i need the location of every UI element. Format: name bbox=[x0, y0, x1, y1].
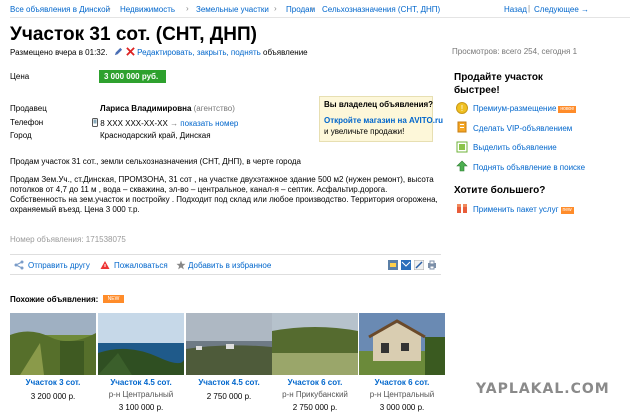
breadcrumb-item-realty[interactable]: Недвижимость bbox=[120, 5, 175, 14]
star-icon bbox=[176, 260, 186, 270]
warning-icon bbox=[100, 261, 110, 269]
breadcrumb-separator: › bbox=[274, 4, 277, 13]
similar-title-5[interactable]: Участок 6 сот. bbox=[359, 378, 445, 387]
similar-title-4[interactable]: Участок 6 сот. bbox=[272, 378, 358, 387]
similar-price-2: 3 100 000 р. bbox=[118, 403, 164, 412]
similar-title-3[interactable]: Участок 4.5 сот. bbox=[186, 378, 272, 387]
price-value: 3 000 000 руб. bbox=[99, 70, 166, 83]
vip-link[interactable]: Сделать VIP-объявлением bbox=[473, 124, 572, 133]
similar-district-2: р-н Центральный bbox=[108, 390, 174, 399]
phone-label: Телефон bbox=[10, 118, 44, 127]
similar-price-3: 2 750 000 р. bbox=[206, 392, 252, 401]
raise-link[interactable]: Поднять объявление в поиске bbox=[473, 163, 585, 172]
seller-name: Лариса Владимировна (агентство) bbox=[100, 104, 235, 113]
similar-photo-4[interactable] bbox=[272, 313, 358, 375]
views-counter: Просмотров: всего 254, сегодня 1 bbox=[452, 47, 578, 56]
premium-icon: ! bbox=[456, 102, 468, 114]
arrow-up-icon bbox=[456, 160, 468, 172]
similar-district-4: р-н Прикубанский bbox=[282, 390, 348, 399]
premium-tag: новое bbox=[558, 106, 577, 113]
similar-title-2[interactable]: Участок 4.5 сот. bbox=[98, 378, 184, 387]
breadcrumb: Все объявления в Динской › Недвижимость … bbox=[10, 4, 630, 18]
city-label: Город bbox=[10, 131, 32, 140]
city-value: Краснодарский край, Динская bbox=[100, 131, 211, 140]
similar-title-1[interactable]: Участок 3 сот. bbox=[10, 378, 96, 387]
open-shop-link[interactable]: Откройте магазин на AVITO.ru bbox=[324, 116, 443, 125]
breadcrumb-item-land[interactable]: Земельные участки bbox=[196, 5, 269, 14]
social-mail-icon[interactable] bbox=[401, 260, 411, 270]
similar-photo-2[interactable] bbox=[98, 313, 184, 375]
edit-suffix: объявление bbox=[263, 48, 308, 57]
seller-name-text: Лариса Владимировна bbox=[100, 104, 192, 113]
back-link[interactable]: Назад bbox=[504, 5, 527, 14]
price-label: Цена bbox=[10, 72, 30, 81]
placed-time: Размещено вчера в 01:32. bbox=[10, 48, 108, 57]
package-icon bbox=[457, 204, 467, 213]
breadcrumb-separator: › bbox=[186, 4, 189, 13]
highlight-icon bbox=[456, 141, 468, 153]
similar-district-5: р-н Центральный bbox=[369, 390, 435, 399]
owner-box-heading: Вы владелец объявления? bbox=[324, 100, 434, 109]
similar-price-5: 3 000 000 р. bbox=[379, 403, 425, 412]
watermark: YAPLAKAL.COM bbox=[476, 381, 610, 397]
phone-row: 8 XXX XXX-XX-XX → показать номер bbox=[92, 118, 238, 128]
next-link[interactable]: Следующее → bbox=[534, 5, 589, 14]
similar-heading: Похожие объявления: bbox=[10, 295, 99, 304]
ad-number: Номер объявления: 171538075 bbox=[10, 235, 126, 244]
similar-price-4: 2 750 000 р. bbox=[292, 403, 338, 412]
complain-link[interactable]: Пожаловаться bbox=[114, 261, 168, 270]
description-short: Продам участок 31 сот., земли сельхозназ… bbox=[10, 157, 302, 166]
breadcrumb-item-all[interactable]: Все объявления в Динской bbox=[10, 5, 110, 14]
social-pen-icon[interactable] bbox=[414, 260, 424, 270]
similar-price-1: 3 200 000 р. bbox=[30, 392, 76, 401]
phone-icon bbox=[92, 118, 98, 127]
similar-photo-1[interactable] bbox=[10, 313, 96, 375]
show-phone-link[interactable]: показать номер bbox=[180, 119, 238, 128]
add-favorite-link[interactable]: Добавить в избранное bbox=[188, 261, 271, 270]
similar-photo-3[interactable] bbox=[186, 313, 272, 375]
page-title: Участок 31 сот. (СНТ, ДНП) bbox=[10, 24, 258, 45]
pencil-icon bbox=[114, 47, 122, 56]
breadcrumb-item-category[interactable]: Сельхозназначения (СНТ, ДНП) bbox=[322, 5, 440, 14]
action-bar: Отправить другу Пожаловаться Добавить в … bbox=[10, 254, 441, 275]
close-icon bbox=[126, 47, 135, 56]
sell-faster-heading: Продайте участок быстрее! bbox=[454, 72, 543, 96]
package-link[interactable]: Применить пакет услуг new bbox=[473, 205, 574, 214]
highlight-link[interactable]: Выделить объявление bbox=[473, 143, 557, 152]
edit-ad-link[interactable]: Редактировать, закрыть, поднять bbox=[137, 48, 261, 57]
seller-label: Продавец bbox=[10, 104, 47, 113]
want-more-heading: Хотите большего? bbox=[454, 185, 546, 196]
print-icon[interactable] bbox=[427, 260, 437, 270]
nav-separator: | bbox=[528, 4, 531, 13]
breadcrumb-separator: › bbox=[108, 4, 111, 13]
owner-box-text: и увеличьте продажи! bbox=[324, 127, 405, 136]
social-vk-icon[interactable] bbox=[388, 260, 398, 270]
new-badge: NEW bbox=[103, 295, 124, 303]
seller-note: (агентство) bbox=[193, 104, 235, 113]
share-icon bbox=[14, 260, 24, 270]
send-friend-link[interactable]: Отправить другу bbox=[28, 261, 90, 270]
premium-link[interactable]: Премиум-размещение новое bbox=[473, 104, 577, 113]
vip-icon bbox=[457, 121, 467, 133]
description-full: Продам Зем.Уч., ст.Динская, ПРОМЗОНА, 31… bbox=[10, 175, 438, 214]
ad-meta: Размещено вчера в 01:32. Редактировать, … bbox=[10, 47, 308, 57]
owner-promo-box: Вы владелец объявления? Откройте магазин… bbox=[319, 96, 443, 142]
svg-text:!: ! bbox=[461, 104, 463, 113]
breadcrumb-separator: › bbox=[311, 4, 314, 13]
phone-number: 8 XXX XXX-XX-XX bbox=[100, 119, 168, 128]
similar-photo-5[interactable] bbox=[359, 313, 445, 375]
package-tag: new bbox=[560, 207, 574, 214]
